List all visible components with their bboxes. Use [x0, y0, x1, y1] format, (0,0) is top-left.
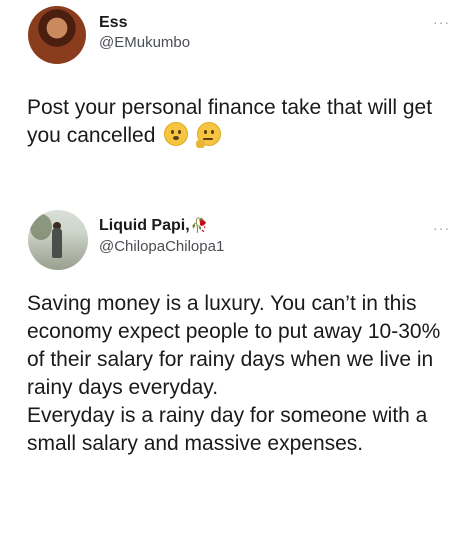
display-name-text: Liquid Papi,	[99, 217, 190, 234]
avatar[interactable]	[28, 210, 88, 270]
tweet-text: Saving money is a luxury. You can’t in t…	[27, 290, 454, 458]
display-name[interactable]: Ess	[99, 14, 127, 32]
rose-icon: 🥀	[190, 217, 209, 233]
hushed-face-icon	[164, 122, 189, 146]
tweet-ess[interactable]: Ess @EMukumbo ··· Post your personal fin…	[0, 0, 474, 190]
tweet-paragraph-2: Everyday is a rainy day for someone with…	[27, 404, 428, 455]
thinking-face-icon	[196, 122, 222, 148]
tweet-liquid-papi[interactable]: Liquid Papi,🥀 @ChilopaChilopa1 ··· Savin…	[0, 190, 474, 545]
user-handle[interactable]: @ChilopaChilopa1	[99, 238, 224, 255]
tweet-paragraph-1: Saving money is a luxury. You can’t in t…	[27, 292, 441, 399]
tweet-body: Post your personal finance take that wil…	[27, 96, 433, 147]
user-handle[interactable]: @EMukumbo	[99, 34, 190, 51]
display-name[interactable]: Liquid Papi,🥀	[99, 217, 208, 235]
more-options-icon[interactable]: ···	[433, 14, 450, 30]
tweet-text: Post your personal finance take that wil…	[27, 94, 454, 150]
more-options-icon[interactable]: ···	[433, 220, 450, 236]
avatar[interactable]	[28, 6, 86, 64]
